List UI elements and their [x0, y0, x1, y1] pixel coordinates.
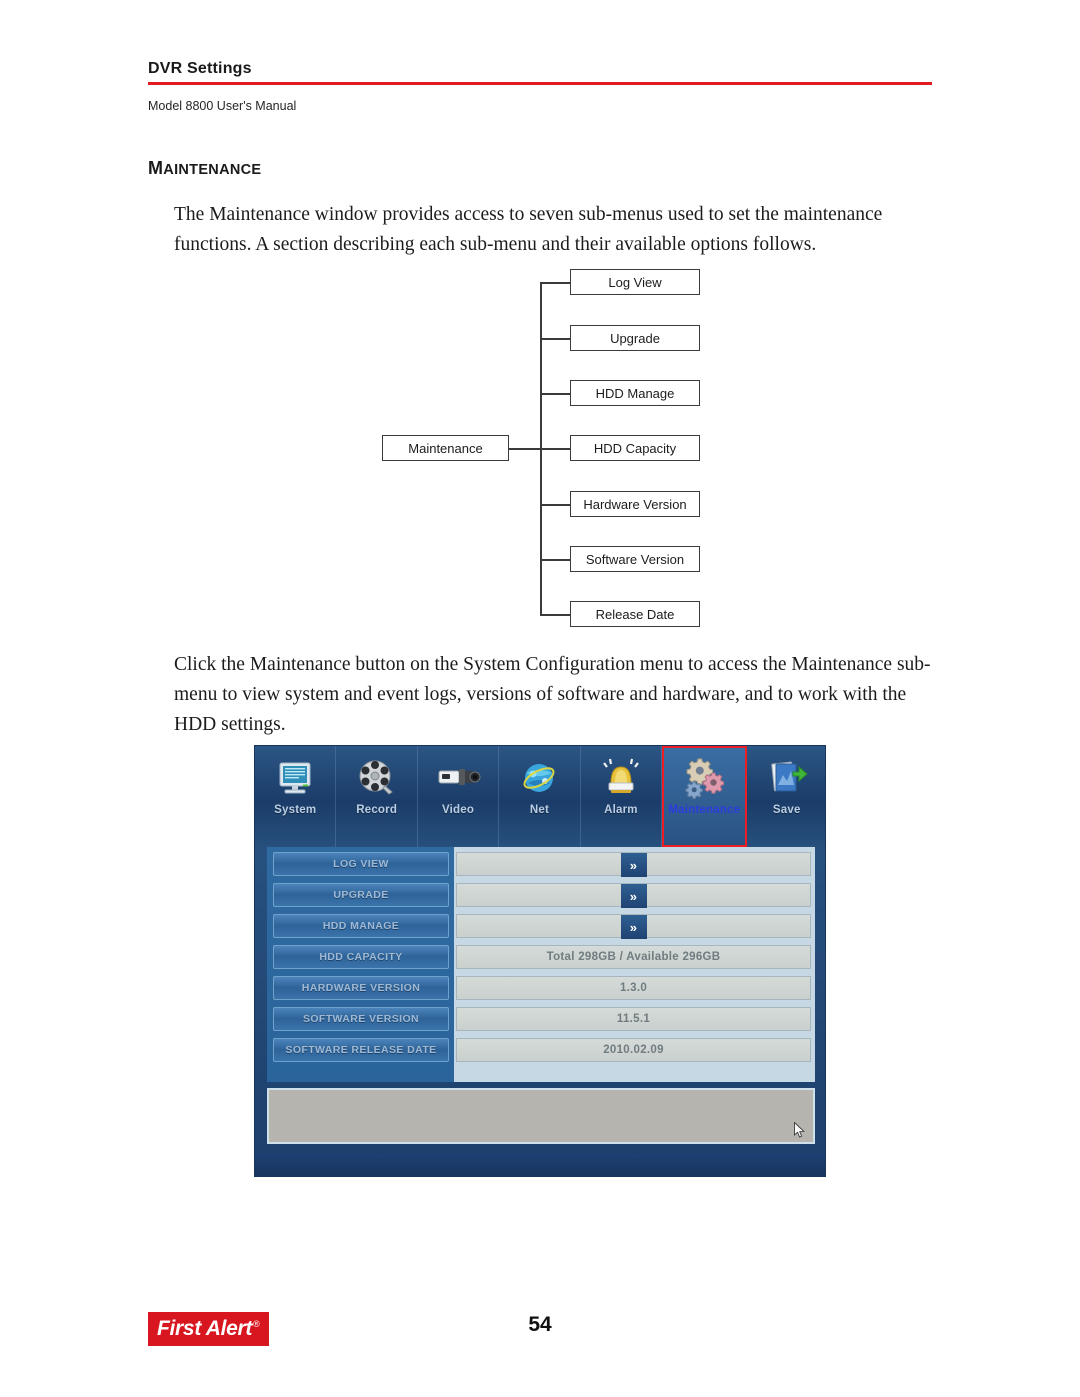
dvr-status-panel: [267, 1088, 815, 1144]
dvr-button-log-view[interactable]: LOG VIEW: [273, 852, 449, 876]
tree-node-hardware-version: Hardware Version: [570, 491, 700, 517]
tree-node-upgrade: Upgrade: [570, 325, 700, 351]
tree-node-hdd-manage: HDD Manage: [570, 380, 700, 406]
chevron-double-right-icon[interactable]: »: [620, 884, 647, 908]
mouse-cursor-icon: [794, 1122, 805, 1138]
dvr-button-software-release-date[interactable]: SOFTWARE RELEASE DATE: [273, 1038, 449, 1062]
tree-stub-line-4: [540, 448, 570, 450]
tree-stub-line-1: [540, 282, 570, 284]
toolbar-item-system[interactable]: System: [255, 746, 337, 847]
chevron-double-right-icon[interactable]: »: [620, 853, 647, 877]
dvr-value-row-hdd-capacity: Total 298GB / Available 296GB: [456, 945, 811, 969]
tree-stub-line-6: [540, 559, 570, 561]
dvr-maintenance-screenshot: System Record Video Net Alarm Maintenanc…: [254, 745, 826, 1177]
tree-root-connector-line: [509, 448, 541, 450]
toolbar-label-alarm: Alarm: [604, 804, 638, 816]
header-title: DVR Settings: [148, 60, 252, 77]
tree-stub-line-2: [540, 338, 570, 340]
camera-icon: [435, 755, 481, 801]
globe-network-icon: [516, 755, 562, 801]
section-heading-rest: AINTENANCE: [163, 162, 262, 178]
siren-icon: [598, 755, 644, 801]
toolbar-item-record[interactable]: Record: [336, 746, 418, 847]
section-heading-initial: M: [148, 158, 164, 178]
maintenance-tree-diagram: Maintenance Log View Upgrade HDD Manage …: [375, 262, 715, 634]
toolbar-label-save: Save: [772, 804, 801, 816]
dvr-button-software-version[interactable]: SOFTWARE VERSION: [273, 1007, 449, 1031]
page-header: DVR Settings Model 8800 User's Manual: [148, 60, 932, 113]
page-number: 54: [528, 1313, 552, 1336]
toolbar-label-system: System: [274, 804, 317, 816]
header-subtitle: Model 8800 User's Manual: [148, 98, 297, 113]
toolbar-item-save[interactable]: Save: [747, 746, 825, 847]
dvr-value-row-software-version: 11.5.1: [456, 1007, 811, 1031]
toolbar-label-maintenance: Maintenance: [668, 803, 741, 816]
toolbar-item-alarm[interactable]: Alarm: [581, 746, 663, 847]
dvr-value-row-software-release-date: 2010.02.09: [456, 1038, 811, 1062]
tree-node-root: Maintenance: [382, 435, 509, 461]
dvr-toolbar: System Record Video Net Alarm Maintenanc…: [255, 746, 825, 847]
access-paragraph: Click the Maintenance button on the Syst…: [174, 654, 931, 735]
toolbar-label-net: Net: [529, 804, 550, 816]
dvr-body: LOG VIEW UPGRADE HDD MANAGE HDD CAPACITY…: [255, 847, 825, 1176]
toolbar-item-net[interactable]: Net: [499, 746, 581, 847]
dvr-button-upgrade[interactable]: UPGRADE: [273, 883, 449, 907]
header-divider-rule: [148, 82, 932, 85]
page-title: MAINTENANCE: [148, 158, 261, 179]
tree-node-hdd-capacity: HDD Capacity: [570, 435, 700, 461]
monitor-icon: [272, 755, 318, 801]
intro-paragraph: The Maintenance window provides access t…: [174, 204, 883, 255]
dvr-value-row-hdd-manage[interactable]: »: [456, 914, 811, 939]
dvr-value-row-hardware-version: 1.3.0: [456, 976, 811, 1000]
tree-stub-line-3: [540, 393, 570, 395]
dvr-value-panel: » » » Total 298GB / Available 296GB 1.3.…: [454, 847, 815, 1082]
dvr-menu-panel: LOG VIEW UPGRADE HDD MANAGE HDD CAPACITY…: [267, 847, 454, 1082]
dvr-value-row-log-view[interactable]: »: [456, 852, 811, 877]
dvr-button-hdd-capacity[interactable]: HDD CAPACITY: [273, 945, 449, 969]
tree-node-release-date: Release Date: [570, 601, 700, 627]
toolbar-label-record: Record: [356, 804, 398, 816]
page-footer: First Alert ® 54: [0, 1305, 1080, 1365]
dvr-button-hdd-manage[interactable]: HDD MANAGE: [273, 914, 449, 938]
dvr-button-hardware-version[interactable]: HARDWARE VERSION: [273, 976, 449, 1000]
toolbar-label-video: Video: [442, 804, 475, 816]
gears-icon: [681, 755, 727, 801]
dvr-value-row-upgrade[interactable]: »: [456, 883, 811, 908]
save-documents-icon: [764, 755, 810, 801]
film-reel-icon: [354, 755, 400, 801]
chevron-double-right-icon[interactable]: »: [620, 915, 647, 939]
tree-stub-line-7: [540, 614, 570, 616]
tree-node-log-view: Log View: [570, 269, 700, 295]
tree-stub-line-5: [540, 504, 570, 506]
tree-node-software-version: Software Version: [570, 546, 700, 572]
toolbar-item-maintenance[interactable]: Maintenance: [662, 746, 747, 847]
dvr-footer-strip: [255, 1154, 825, 1176]
toolbar-item-video[interactable]: Video: [418, 746, 500, 847]
